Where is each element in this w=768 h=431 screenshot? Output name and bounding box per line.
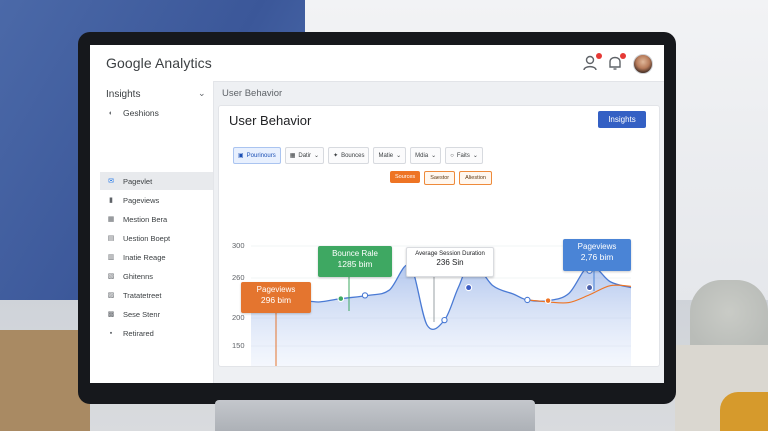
- annotation-value: 236 Sin: [436, 258, 464, 267]
- annotation-value: 2,76 bim: [580, 252, 614, 262]
- monitor-stand: [215, 400, 535, 431]
- sidebar-item-label: Pageviews: [123, 195, 160, 205]
- sidebar-item-ghitenns[interactable]: ▧ Ghitenns: [100, 267, 213, 285]
- square-icon: ▪: [109, 329, 113, 337]
- blocks-icon: ▩: [107, 311, 115, 318]
- mail-icon: ✉: [108, 178, 114, 185]
- notification-bell-icon[interactable]: [606, 53, 626, 72]
- sidebar-item-sese[interactable]: ▩ Sese Stenr: [100, 305, 213, 323]
- y-tick-label: 150: [232, 341, 245, 350]
- chart-point[interactable]: [524, 296, 531, 304]
- chart-point[interactable]: [544, 297, 552, 304]
- series-area: [251, 261, 631, 366]
- y-tick-label: 200: [232, 313, 245, 322]
- annotation-title: Bounce Rale: [332, 249, 378, 258]
- background-shelf: [0, 330, 90, 431]
- layers-icon: ▨: [107, 292, 115, 299]
- sidebar-item-tratatetreet[interactable]: ▨ Tratatetreet: [100, 286, 213, 304]
- sidebar: Insights ⌄ ◐ Geshions ✉ Pagevlet ▮ Pagev…: [90, 81, 214, 383]
- notification-dot: [596, 53, 602, 59]
- sidebar-item-sessions[interactable]: ◐ Geshions: [100, 104, 213, 122]
- notification-dot: [620, 53, 626, 59]
- annotation-value: 1285 bim: [337, 259, 373, 269]
- annotation-pageviews-left[interactable]: Pageviews 296 bim: [241, 282, 311, 313]
- sidebar-item-label: Uestion Boept: [123, 233, 171, 243]
- annotation-bounce-rate[interactable]: Bounce Rale 1285 bim: [318, 246, 392, 277]
- annotation-title: Pageviews: [577, 242, 617, 251]
- chart-point[interactable]: [465, 284, 473, 292]
- annotation-avg-session[interactable]: Average Session Duration 236 Sin: [406, 247, 494, 277]
- user-icon[interactable]: [582, 53, 602, 72]
- sidebar-item-uestion[interactable]: ▤ Uestion Boept: [100, 229, 213, 247]
- sidebar-item-retirared[interactable]: ▪ Retirared: [100, 324, 213, 342]
- user-behavior-card: User Behavior Insights ▣ Pourinours ▦ Da…: [218, 105, 660, 367]
- sidebar-title: Insights: [106, 89, 141, 100]
- chevron-down-icon[interactable]: ⌄: [198, 88, 206, 99]
- chart-point[interactable]: [361, 292, 369, 299]
- sidebar-item-pagevlet[interactable]: ✉ Pagevlet: [100, 172, 213, 190]
- grid-icon: ▦: [107, 216, 115, 223]
- page-icon: ▮: [109, 197, 113, 204]
- list-icon: ▧: [107, 273, 115, 280]
- y-tick-label: 260: [232, 273, 245, 282]
- chart-point[interactable]: [585, 284, 594, 292]
- avatar[interactable]: [633, 54, 653, 74]
- sessions-icon: ◐: [108, 109, 114, 117]
- annotation-title: Average Session Duration: [415, 251, 485, 257]
- annotation-value: 296 bim: [260, 295, 292, 305]
- sidebar-item-label: Sese Stenr: [123, 309, 161, 319]
- sidebar-item-mestion[interactable]: ▦ Mestion Bera: [100, 210, 213, 228]
- chart-point[interactable]: [441, 316, 448, 324]
- sidebar-item-label: Ghitenns: [123, 271, 154, 281]
- annotation-title: Pageviews: [256, 285, 296, 294]
- sidebar-item-label: Inatie Reage: [123, 252, 166, 262]
- breadcrumb: User Behavior: [222, 88, 283, 99]
- photo-scene: Google Analytics Insights ⌄ ◐ Geshions ✉…: [0, 0, 768, 431]
- sidebar-item-label: Mestion Bera: [123, 214, 168, 224]
- top-bar: Google Analytics: [90, 45, 664, 82]
- table-icon: ▥: [107, 254, 115, 261]
- background-chair: [720, 392, 768, 431]
- app-brand: Google Analytics: [106, 55, 212, 71]
- y-tick-label: 300: [232, 241, 245, 250]
- chart-point[interactable]: [337, 295, 345, 302]
- sidebar-item-inatie[interactable]: ▥ Inatie Reage: [100, 248, 213, 266]
- sidebar-item-label: Tratatetreet: [123, 290, 162, 300]
- sidebar-item-label: Pagevlet: [123, 176, 153, 186]
- sidebar-item-label: Retirared: [123, 328, 154, 338]
- sidebar-item-pageviews[interactable]: ▮ Pageviews: [100, 191, 213, 209]
- screen: Google Analytics Insights ⌄ ◐ Geshions ✉…: [90, 45, 664, 383]
- report-icon: ▤: [107, 235, 115, 242]
- line-chart: 300260200150100 AnmisSestrDresebotWidier…: [232, 241, 632, 366]
- sidebar-item-label: Geshions: [123, 108, 159, 118]
- annotation-pageviews-right[interactable]: Pageviews 2,76 bim: [563, 239, 631, 271]
